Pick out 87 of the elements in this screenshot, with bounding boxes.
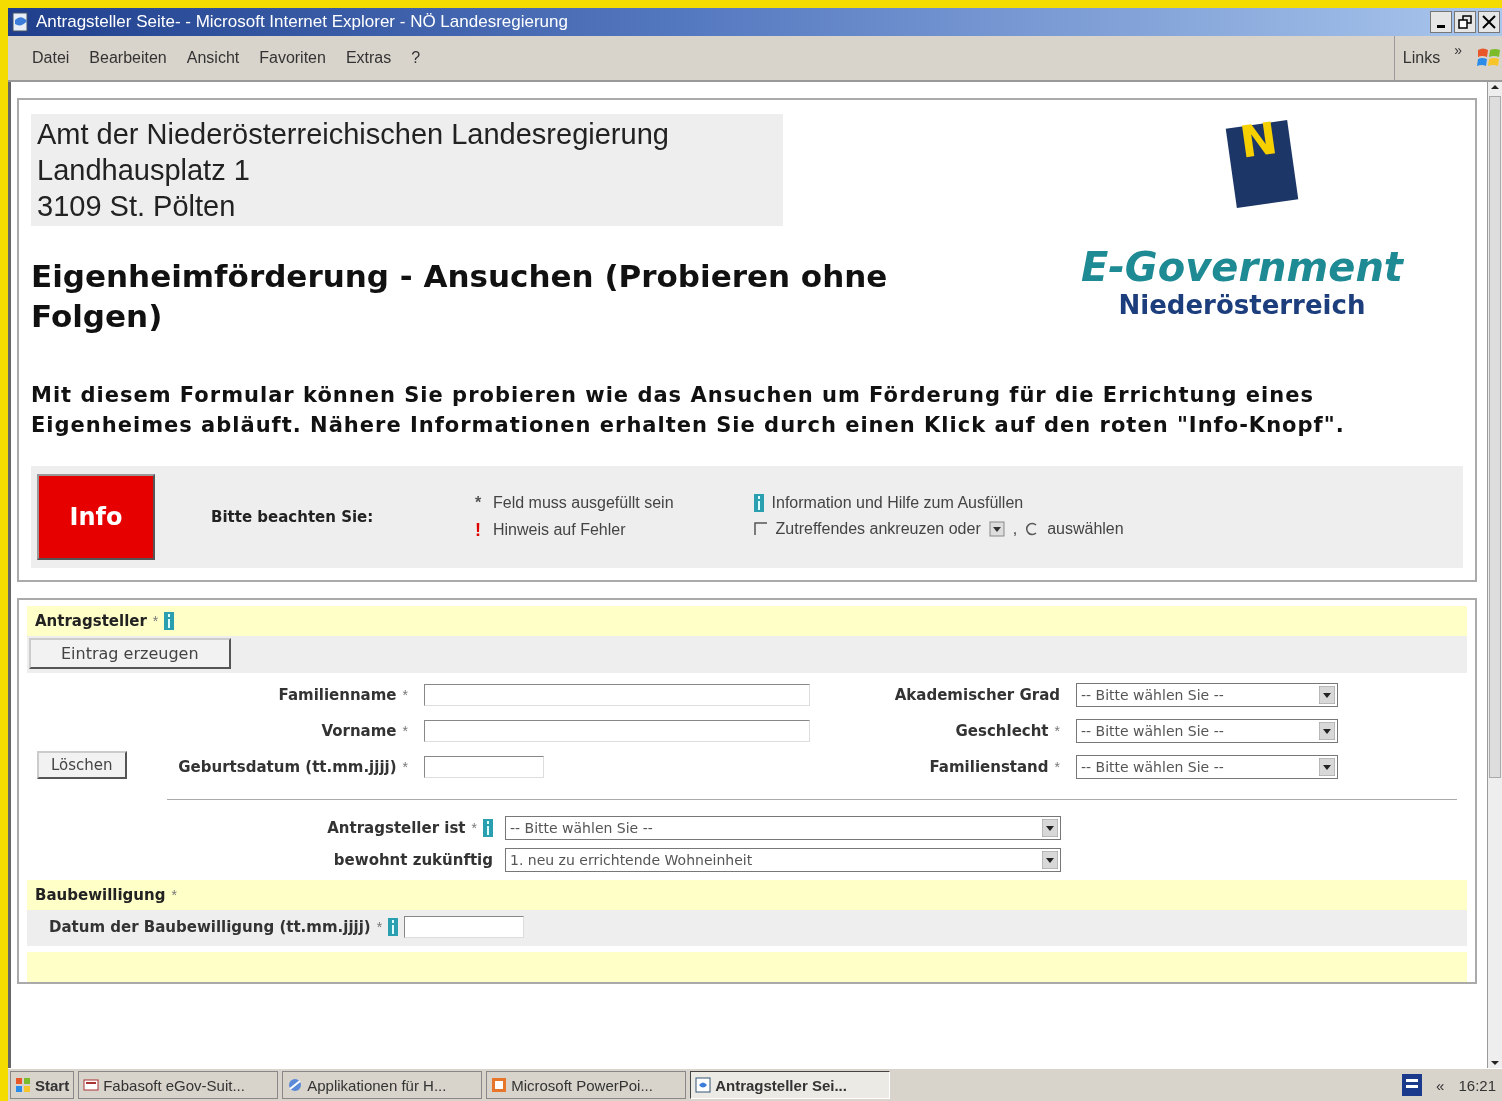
field-label: Geburtsdatum (tt.mm.jjjj) [178,758,397,776]
info-icon [753,493,764,512]
dropdown-arrow-icon [1042,819,1058,837]
notice-label: Bitte beachten Sie: [211,508,375,526]
address-line: Landhausplatz 1 [37,153,251,188]
required-mark: * [152,613,159,629]
app-icon [695,1077,712,1093]
checkbox-icon [753,521,768,536]
input-field[interactable] [424,756,544,778]
required-mark: * [471,820,477,836]
app-icon [287,1077,304,1093]
legend-text: Zutreffendes ankreuzen oder [775,519,981,538]
field-label: Antragsteller ist [327,819,466,837]
taskbar-item[interactable]: Applikationen für H... [282,1071,483,1099]
error-mark: ! [474,519,482,541]
dropdown-arrow-icon [1319,722,1335,740]
required-mark: * [402,759,408,775]
dropdown-arrow-icon [1319,758,1335,776]
create-entry-button[interactable]: Eintrag erzeugen [29,638,231,669]
restore-button[interactable] [1454,11,1476,33]
dropdown-field[interactable]: -- Bitte wählen Sie -- [1076,755,1338,779]
close-button[interactable] [1478,11,1500,33]
menu-item[interactable]: Favoriten [259,49,326,67]
taskbar-item[interactable]: Antragsteller Sei... [690,1071,891,1099]
section-title: Antragsteller [35,612,147,630]
dropdown-field[interactable]: -- Bitte wählen Sie -- [505,816,1061,840]
taskbar-item[interactable]: Microsoft PowerPoi... [486,1071,687,1099]
menu-item[interactable]: Ansicht [186,49,240,67]
brand-subtitle: Niederösterreich [1117,290,1367,320]
browser-icon [12,12,30,32]
required-mark: * [1054,759,1060,775]
required-mark: * [376,919,383,935]
window-title: Antragsteller Seite- - Microsoft Internet Explorer - NÖ Landesregierung [36,12,569,32]
required-mark: * [171,887,177,903]
links-label[interactable]: Links [1402,49,1441,67]
windows-flag-icon [15,1077,31,1093]
restore-icon [1458,15,1472,29]
legend-text: Hinweis auf Fehler [493,521,626,539]
input-field[interactable] [404,916,525,938]
page-title: Eigenheimförderung - Ansuchen (Probieren ohne Folgen) [31,257,889,336]
minimize-icon [1437,25,1445,28]
scroll-thumb[interactable] [1489,96,1501,778]
dropdown-field[interactable]: -- Bitte wählen Sie -- [1076,683,1338,707]
legend-text: Feld muss ausgefüllt sein [493,493,674,512]
minimize-button[interactable] [1430,11,1452,33]
required-mark: * [402,687,408,703]
input-field[interactable] [424,684,810,706]
legend-text: , [1012,519,1018,538]
delete-button[interactable]: Löschen [37,751,127,779]
field-label: Vorname [321,722,397,740]
address-line: Amt der Niederösterreichischen Landesregierung [37,117,670,152]
brand-name: E-Government [1080,244,1403,290]
menu-item[interactable]: Datei [32,49,70,67]
start-button[interactable]: Start [10,1071,75,1099]
legend-text: Information und Hilfe zum Ausfüllen [771,493,1024,512]
app-icon [83,1077,100,1093]
field-label: bewohnt zukünftig [333,851,493,869]
logo: N [1225,120,1299,208]
tray-chevron[interactable]: « [1436,1076,1445,1094]
required-mark: * [473,493,483,512]
required-mark: * [402,723,408,739]
dropdown-field[interactable]: -- Bitte wählen Sie -- [1076,719,1338,743]
field-label: Geschlecht [955,722,1049,740]
field-label: Datum der Baubewilligung (tt.mm.jjjj) [49,918,371,936]
section-title: Baubewilligung [35,886,166,904]
field-label: Familienname [278,686,397,704]
dropdown-icon [988,520,1005,537]
dropdown-arrow-icon [1042,851,1058,869]
info-button[interactable]: Info [37,474,155,560]
menu-item[interactable]: ? [411,49,421,67]
input-field[interactable] [424,720,810,742]
field-label: Akademischer Grad [894,686,1060,704]
app-icon [491,1077,508,1093]
scrollbar[interactable] [1487,82,1502,1068]
field-label: Familienstand [929,758,1049,776]
legend-text: auswählen [1047,519,1124,538]
dropdown-field[interactable]: 1. neu zu errichtende Wohneinheit [505,848,1061,872]
menu-item[interactable]: Bearbeiten [89,49,167,67]
close-icon [1482,15,1496,29]
intro-text: Mit diesem Formular können Sie probieren wie das Ansuchen um Förderung für die Errichtung eines Eigenheimes abläuft. Nähere Informationen erhalten Sie durch einen Klick auf den roten "Info-Knopf". [31,382,1346,439]
menu-item[interactable]: Extras [345,49,392,67]
dropdown-arrow-icon [1319,686,1335,704]
clock: 16:21 [1458,1076,1496,1094]
taskbar-item[interactable]: Fabasoft eGov-Suit... [78,1071,279,1099]
required-mark: * [1054,723,1060,739]
address-line: 3109 St. Pölten [37,189,237,224]
chevron[interactable]: » [1454,42,1462,58]
